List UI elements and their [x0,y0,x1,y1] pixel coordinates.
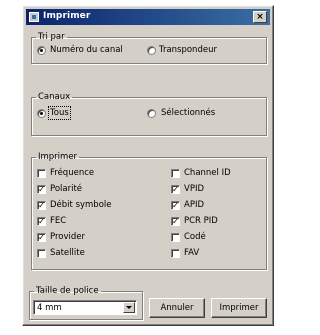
checkbox-right-3[interactable]: ✓ [171,217,180,226]
close-icon: × [256,12,264,22]
title-bar[interactable]: Imprimer × [26,9,270,25]
checkbox-label-left-5[interactable]: Satellite [50,248,85,258]
checkmark-icon: ✓ [38,185,45,194]
checkbox-label-right-1[interactable]: VPID [184,184,204,194]
checkbox-left-0[interactable] [37,169,46,178]
checkbox-left-2[interactable]: ✓ [37,201,46,210]
window-title: Imprimer [43,11,91,21]
printer-app-icon [29,12,39,22]
checkmark-icon: ✓ [38,233,45,242]
channels-selected-radio[interactable] [147,109,156,118]
checkmark-icon: ✓ [38,217,45,226]
checkbox-label-right-3[interactable]: PCR PID [184,216,218,226]
checkmark-icon: ✓ [38,201,45,210]
checkbox-left-5[interactable] [37,249,46,258]
font-size-value: 4 mm [37,303,62,313]
sort-transponder-label[interactable]: Transpondeur [159,45,217,55]
checkbox-label-right-0[interactable]: Channel ID [184,168,231,178]
checkbox-label-left-1[interactable]: Polarité [50,184,82,194]
channels-all-label[interactable]: Tous [48,106,71,120]
checkmark-icon: ✓ [172,217,179,226]
checkbox-label-left-0[interactable]: Fréquence [50,168,94,178]
sort-channel-number-radio[interactable] [37,46,46,55]
checkbox-left-4[interactable]: ✓ [37,233,46,242]
checkbox-label-left-3[interactable]: FEC [50,216,66,226]
checkbox-right-2[interactable]: ✓ [171,201,180,210]
checkmark-icon: ✓ [172,201,179,210]
font-size-select[interactable]: 4 mm [33,300,137,315]
checkbox-left-3[interactable]: ✓ [37,217,46,226]
checkbox-right-1[interactable]: ✓ [171,185,180,194]
checkbox-left-1[interactable]: ✓ [37,185,46,194]
checkbox-right-0[interactable] [171,169,180,178]
checkbox-label-right-4[interactable]: Codé [184,232,206,242]
checkmark-icon: ✓ [172,185,179,194]
sort-by-legend: Tri par [38,32,65,42]
cancel-button[interactable]: Annuler [149,298,205,318]
channels-legend: Canaux [38,92,71,102]
checkbox-label-left-2[interactable]: Débit symbole [50,200,112,210]
checkbox-right-4[interactable] [171,233,180,242]
channels-all-radio[interactable] [37,109,46,118]
sort-transponder-radio[interactable] [147,46,156,55]
channels-selected-label[interactable]: Sélectionnés [161,108,215,118]
checkbox-right-5[interactable] [171,249,180,258]
chevron-down-icon[interactable] [123,302,135,313]
close-button[interactable]: × [253,11,267,23]
font-size-legend: Taille de police [36,286,99,296]
checkbox-label-right-2[interactable]: APID [184,200,204,210]
print-fields-legend: Imprimer [38,152,78,162]
print-button[interactable]: Imprimer [211,298,267,318]
print-dialog: Imprimer × Tri par Numéro du canal Trans… [22,5,274,326]
sort-channel-number-label[interactable]: Numéro du canal [50,45,123,55]
checkbox-label-right-5[interactable]: FAV [184,248,199,258]
checkbox-label-left-4[interactable]: Provider [50,232,85,242]
